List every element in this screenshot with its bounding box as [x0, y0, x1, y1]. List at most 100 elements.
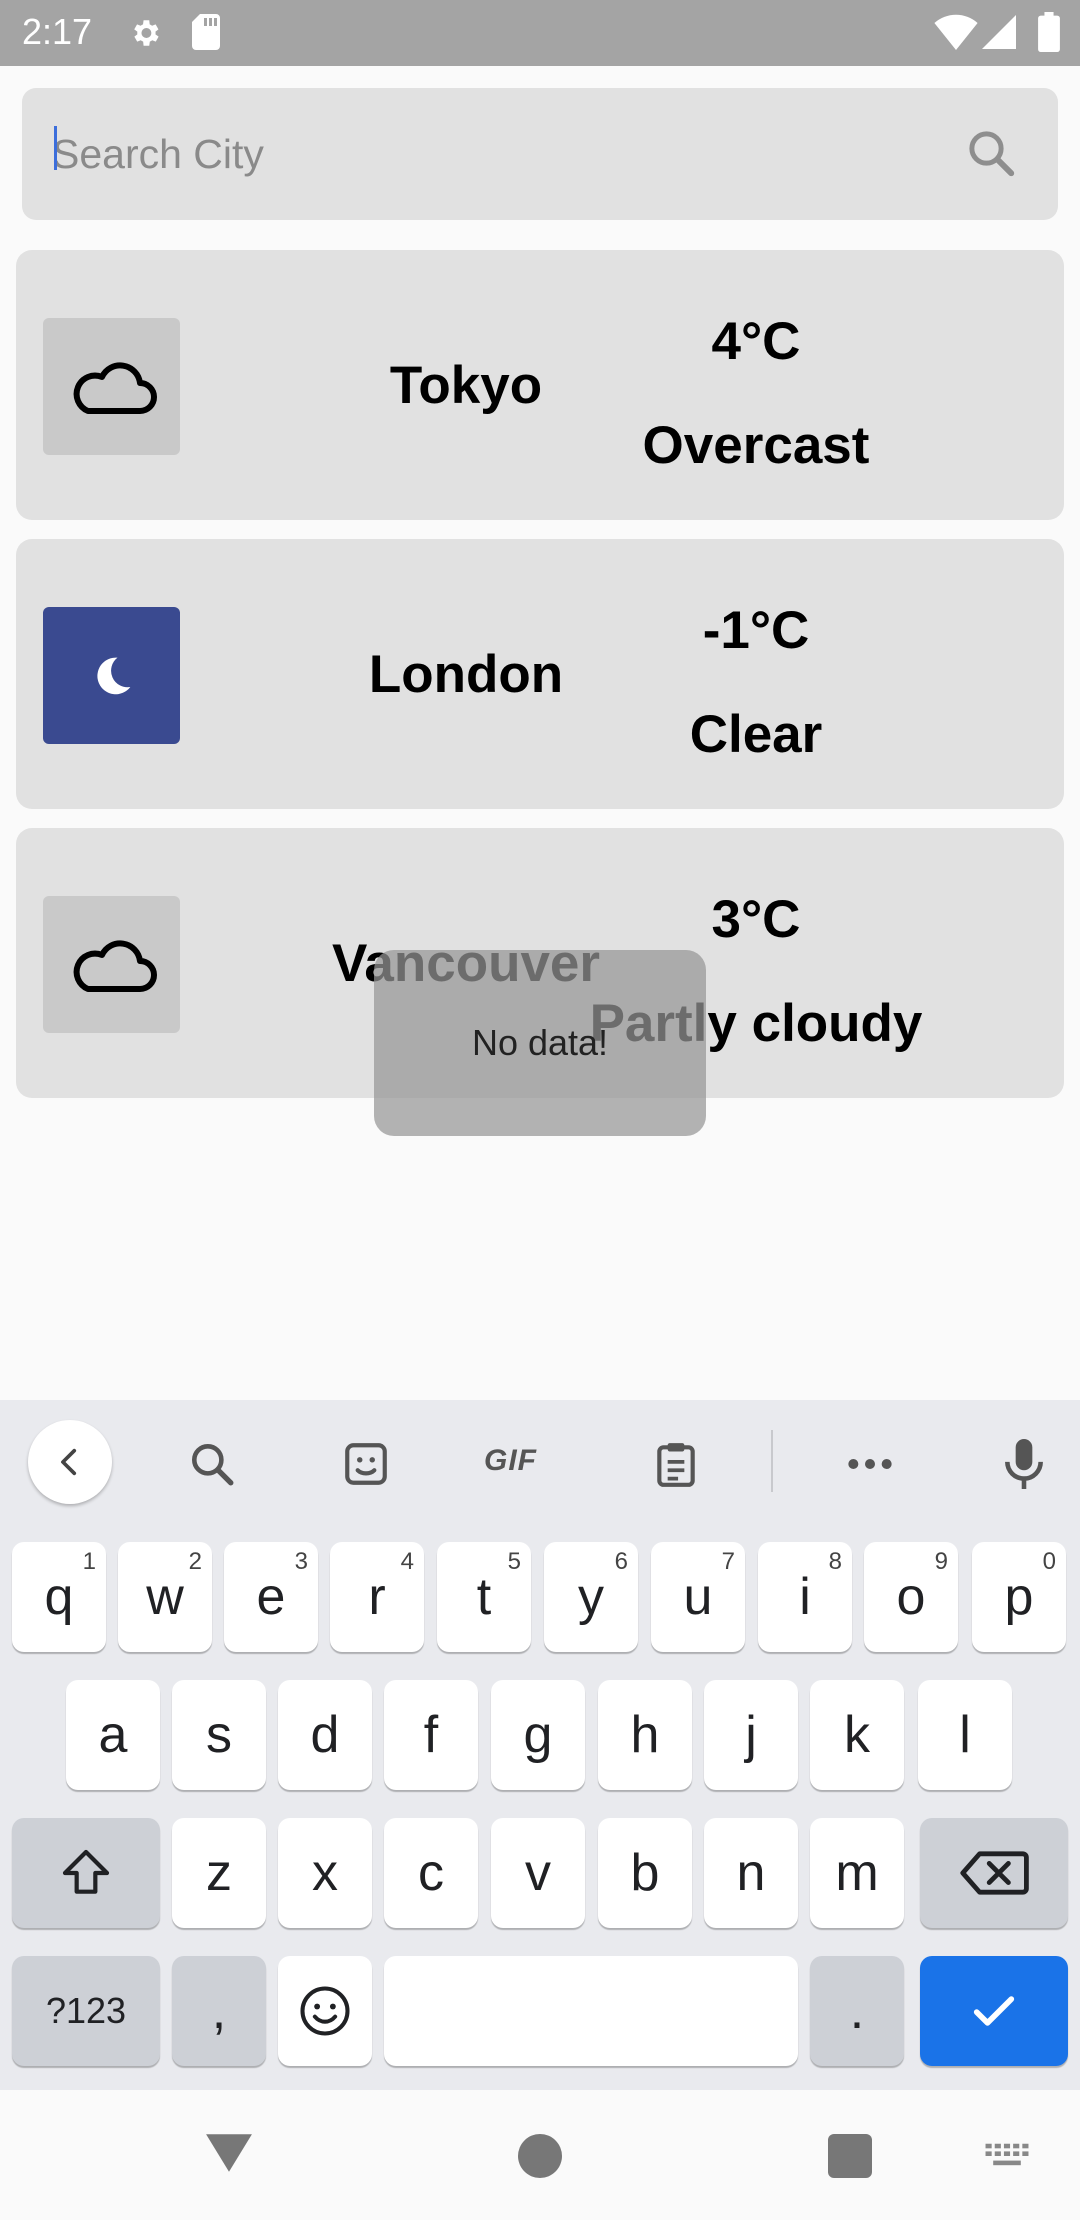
period-key[interactable]: . — [810, 1956, 904, 2066]
key-a[interactable]: a — [66, 1680, 160, 1790]
key-h[interactable]: h — [598, 1680, 692, 1790]
search-bar[interactable] — [22, 88, 1058, 220]
key-f[interactable]: f — [384, 1680, 478, 1790]
key-hint: 7 — [721, 1548, 735, 1575]
key-y[interactable]: y6 — [544, 1542, 638, 1652]
wifi-icon — [934, 14, 978, 50]
key-label: t — [476, 1568, 492, 1626]
key-u[interactable]: u7 — [651, 1542, 745, 1652]
emoji-icon — [300, 1986, 350, 2036]
clipboard-icon — [657, 1443, 695, 1487]
key-k[interactable]: k — [810, 1680, 904, 1790]
key-o[interactable]: o9 — [864, 1542, 958, 1652]
nav-home-icon[interactable] — [518, 2134, 562, 2178]
shift-key[interactable] — [12, 1818, 160, 1928]
key-hint: 5 — [507, 1548, 521, 1575]
city-temperature: 3°C — [711, 890, 801, 949]
key-s[interactable]: s — [172, 1680, 266, 1790]
key-label: q — [44, 1568, 74, 1626]
key-r[interactable]: r4 — [330, 1542, 424, 1652]
nav-back-icon[interactable] — [204, 2132, 254, 2174]
key-p[interactable]: p0 — [972, 1542, 1066, 1652]
microphone-icon — [1005, 1439, 1043, 1489]
battery-icon — [1038, 12, 1060, 52]
status-time: 2:17 — [22, 11, 93, 52]
more-horizontal-icon — [848, 1459, 892, 1469]
keyboard-switch-icon[interactable] — [984, 2140, 1030, 2172]
cloud-icon — [73, 939, 157, 992]
city-name: Tokyo — [389, 355, 543, 415]
sticker-icon — [345, 1443, 387, 1485]
key-b[interactable]: b — [598, 1818, 692, 1928]
keyboard-collapse-button[interactable] — [28, 1420, 112, 1504]
backspace-key[interactable] — [920, 1818, 1068, 1928]
city-temperature: -1°C — [702, 601, 810, 660]
key-hint: 1 — [82, 1548, 96, 1575]
city-temperature: 4°C — [711, 312, 801, 371]
sd-card-icon — [192, 14, 220, 50]
keyboard-more-button[interactable] — [842, 1436, 898, 1492]
space-key[interactable] — [384, 1956, 798, 2066]
key-t[interactable]: t5 — [437, 1542, 531, 1652]
key-z[interactable]: z — [172, 1818, 266, 1928]
text-cursor — [54, 126, 57, 170]
checkmark-icon — [973, 1996, 1015, 2026]
key-w[interactable]: w2 — [118, 1542, 212, 1652]
keyboard-voice-button[interactable] — [996, 1436, 1052, 1492]
keyboard-search-button[interactable] — [184, 1436, 240, 1492]
key-label: r — [368, 1568, 386, 1626]
key-n[interactable]: n — [704, 1818, 798, 1928]
search-icon[interactable] — [964, 126, 1018, 180]
key-label: o — [896, 1568, 926, 1626]
city-card-london[interactable]: London -1°C Clear — [16, 539, 1064, 809]
emoji-key[interactable] — [278, 1956, 372, 2066]
keyboard-gif-button[interactable]: GIF — [484, 1444, 537, 1478]
key-hint: 2 — [188, 1548, 202, 1575]
key-c[interactable]: c — [384, 1818, 478, 1928]
keyboard-sticker-button[interactable] — [338, 1436, 394, 1492]
nav-recents-icon[interactable] — [828, 2134, 872, 2178]
city-condition: Clear — [689, 705, 823, 764]
backspace-icon — [960, 1851, 1029, 1895]
key-i[interactable]: i8 — [758, 1542, 852, 1652]
chevron-left-icon — [61, 1448, 77, 1476]
keyboard-toolbar: GIF — [0, 1400, 1080, 1530]
enter-key[interactable] — [920, 1956, 1068, 2066]
city-name: London — [368, 644, 564, 704]
key-label: w — [146, 1568, 184, 1626]
key-label: i — [799, 1568, 811, 1626]
city-card-tokyo[interactable]: Tokyo 4°C Overcast — [16, 250, 1064, 520]
weather-icon-tile — [43, 896, 180, 1033]
status-bar: 2:17 — [0, 0, 1080, 66]
symbols-key[interactable]: ?123 — [12, 1956, 160, 2066]
key-x[interactable]: x — [278, 1818, 372, 1928]
key-v[interactable]: v — [491, 1818, 585, 1928]
key-hint: 3 — [294, 1548, 308, 1575]
search-icon — [192, 1444, 234, 1486]
key-e[interactable]: e3 — [224, 1542, 318, 1652]
key-hint: 4 — [400, 1548, 414, 1575]
settings-gear-icon — [134, 20, 159, 46]
cell-signal-icon — [982, 15, 1016, 49]
toolbar-divider — [771, 1430, 773, 1492]
key-j[interactable]: j — [704, 1680, 798, 1790]
key-label: y — [578, 1568, 604, 1626]
key-hint: 9 — [934, 1548, 948, 1575]
search-input[interactable] — [52, 118, 932, 190]
key-hint: 0 — [1042, 1548, 1056, 1575]
key-d[interactable]: d — [278, 1680, 372, 1790]
city-condition: Overcast — [642, 416, 870, 475]
key-label: p — [1004, 1568, 1034, 1626]
key-label: e — [256, 1568, 286, 1626]
shift-arrow-icon — [62, 1849, 110, 1894]
moon-icon — [96, 657, 130, 694]
key-g[interactable]: g — [491, 1680, 585, 1790]
system-navigation-bar — [0, 2090, 1080, 2220]
key-q[interactable]: q1 — [12, 1542, 106, 1652]
toast-message: No data! — [374, 950, 706, 1136]
comma-key[interactable]: , — [172, 1956, 266, 2066]
keyboard-clipboard-button[interactable] — [648, 1436, 704, 1492]
key-l[interactable]: l — [918, 1680, 1012, 1790]
cloud-icon — [73, 361, 157, 414]
key-m[interactable]: m — [810, 1818, 904, 1928]
